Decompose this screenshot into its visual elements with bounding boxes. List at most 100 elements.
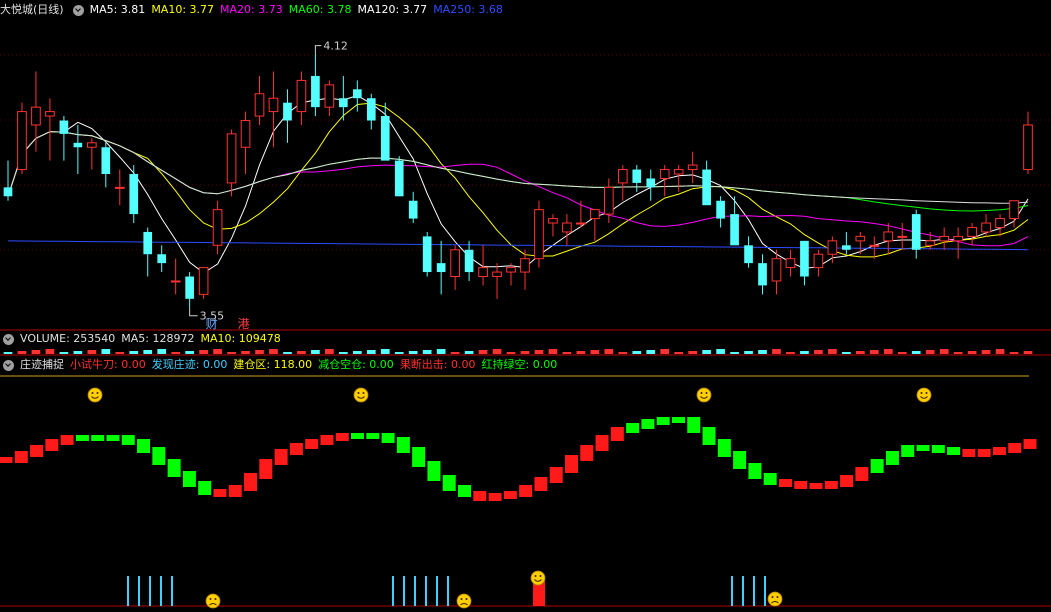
- candle-body: [114, 186, 125, 189]
- candle-body: [198, 267, 209, 295]
- indicator-bar: [45, 439, 59, 451]
- volume-bar: [646, 350, 656, 354]
- ma60-label: MA60: 3.78: [288, 3, 352, 16]
- indicator-bar: [901, 445, 915, 457]
- candle-body: [967, 226, 977, 237]
- indicator-bar: [519, 485, 533, 497]
- volume-bar: [101, 349, 111, 354]
- indicator-bar: [947, 447, 961, 455]
- volume-bar: [185, 351, 194, 354]
- smile-icon: [916, 387, 932, 403]
- candle-body: [981, 222, 991, 233]
- ma5-label: MA5: 3.81: [89, 3, 146, 16]
- volume-bar: [814, 350, 823, 354]
- volume-bar: [883, 349, 893, 354]
- volume-bar: [604, 349, 614, 354]
- indicator-bar: [182, 471, 196, 487]
- volume-bar: [17, 351, 27, 354]
- volume-bar: [59, 352, 69, 354]
- volume-bar: [688, 351, 697, 354]
- candle-body: [659, 169, 670, 179]
- smile-icon: [696, 387, 712, 403]
- indicator-bar: [473, 491, 487, 501]
- candle-body: [758, 263, 767, 286]
- indicator-bar: [152, 447, 166, 465]
- indicator-bar: [14, 451, 28, 463]
- volume-bar: [716, 349, 725, 354]
- candle-body: [925, 240, 936, 246]
- volume-bar: [730, 352, 739, 354]
- volume-header: VOLUME: 253540 MA5: 128972 MA10: 109478: [0, 331, 281, 347]
- face-eye: [920, 392, 923, 394]
- candle-body: [785, 258, 796, 269]
- smile-icon: [353, 387, 369, 403]
- face-eye: [357, 392, 360, 394]
- candle-body: [311, 75, 320, 108]
- candle-body: [129, 174, 139, 215]
- face-eye: [700, 392, 703, 394]
- indicator-bar: [885, 451, 899, 465]
- candle-body: [869, 244, 880, 247]
- volume-bar: [1023, 351, 1033, 354]
- candle-body: [450, 249, 460, 278]
- volume-bar: [408, 351, 418, 354]
- indicator-bar: [91, 435, 105, 441]
- volume-bar: [143, 350, 153, 354]
- ma250-label: MA250: 3.68: [433, 3, 503, 16]
- volume-bar: [869, 350, 879, 354]
- stock-name[interactable]: 大悦城(日线): [0, 2, 64, 18]
- candle-body: [548, 218, 558, 224]
- indicator-bar: [977, 449, 991, 457]
- volume-bar: [45, 349, 55, 354]
- face-eye: [362, 392, 365, 394]
- volume-bar: [618, 352, 628, 354]
- candle-body: [995, 218, 1005, 228]
- candle-body: [185, 276, 194, 299]
- indicator-bar: [320, 435, 334, 445]
- volume-bar: [3, 352, 13, 354]
- face-eye: [460, 598, 463, 600]
- settings-circle-icon[interactable]: [72, 4, 84, 16]
- candle-body: [632, 169, 642, 183]
- indicator-bar: [412, 447, 426, 467]
- candle-body: [31, 106, 41, 126]
- indicator-bar: [213, 489, 227, 497]
- indicator-bar: [198, 481, 212, 495]
- candle-body: [45, 111, 55, 117]
- volume-bar: [436, 349, 446, 354]
- candle-body: [702, 169, 711, 206]
- high-marker: [314, 45, 322, 54]
- volume-bar: [897, 352, 907, 354]
- indicator-bar: [274, 449, 288, 465]
- volume-bar: [213, 349, 222, 354]
- candle-body: [87, 142, 97, 148]
- candle-body: [380, 116, 390, 161]
- indicator-bar: [809, 483, 823, 489]
- indicator-bar: [366, 433, 380, 439]
- indicator-bar: [671, 417, 685, 423]
- candle-body: [339, 98, 348, 108]
- candle-body: [492, 271, 502, 278]
- sad-icon: [767, 591, 783, 607]
- indicator-bar: [442, 475, 456, 491]
- volume-bar: [352, 351, 362, 354]
- face-eye: [534, 575, 537, 577]
- volume-bar: [492, 349, 502, 354]
- candle-body: [897, 235, 908, 238]
- indicator-bar: [534, 477, 548, 491]
- indicator-settings-icon[interactable]: [3, 359, 14, 371]
- indicator-name: 庄迹捕捉: [20, 358, 64, 371]
- candle-body: [366, 98, 376, 121]
- ma10-label: MA10: 3.77: [151, 3, 215, 16]
- volume-settings-icon[interactable]: [3, 333, 14, 345]
- face-eye: [214, 598, 217, 600]
- indicator-bar: [778, 479, 792, 487]
- candle-body: [813, 253, 824, 269]
- volume-bar: [464, 351, 474, 354]
- volume-bar: [786, 352, 795, 354]
- indicator-bar: [351, 433, 365, 439]
- ind-item-1: 小试牛刀: 0.00: [70, 358, 146, 371]
- candle-body: [855, 235, 866, 242]
- ma10-line: [7, 102, 1029, 258]
- stock-chart: 4.123.55财港: [0, 40, 1051, 609]
